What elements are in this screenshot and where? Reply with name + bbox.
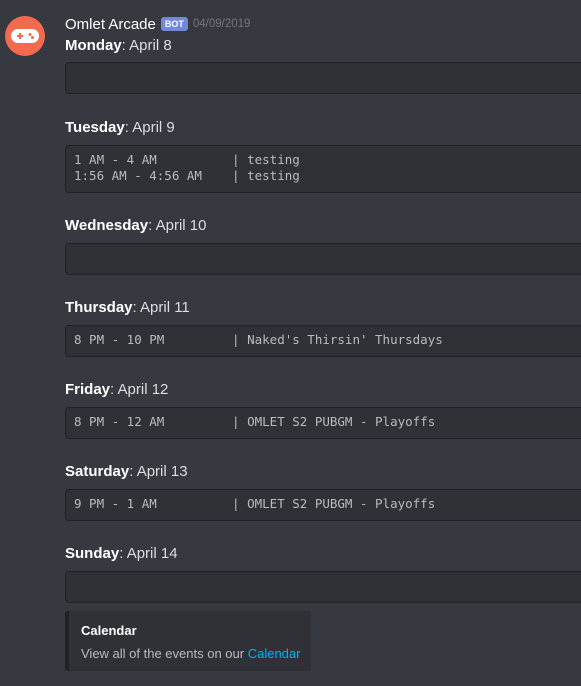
day-label-sunday: Sunday: April 14 xyxy=(65,545,178,562)
day-label-wednesday: Wednesday: April 10 xyxy=(65,217,206,234)
timestamp: 04/09/2019 xyxy=(192,18,251,30)
day-label-tuesday: Tuesday: April 9 xyxy=(65,119,175,136)
day-name: Wednesday xyxy=(65,217,149,234)
embed-title: Calendar xyxy=(81,623,137,638)
day-date: : April 14 xyxy=(119,545,178,562)
codeblock-thursday: 8 PM - 10 PM | Naked's Thirsin' Thursday… xyxy=(65,325,581,357)
codeblock-saturday: 9 PM - 1 AM | OMLET S2 PUBGM - Playoffs xyxy=(65,489,581,521)
day-date: : April 12 xyxy=(110,381,169,398)
calendar-link[interactable]: Calendar xyxy=(248,646,301,661)
embed-description-text: View all of the events on our xyxy=(81,646,248,661)
bot-tag: BOT xyxy=(160,17,188,31)
day-label-thursday: Thursday: April 11 xyxy=(65,299,190,316)
calendar-embed: Calendar View all of the events on our C… xyxy=(65,611,311,671)
day-name: Thursday xyxy=(65,299,133,316)
day-name: Sunday xyxy=(65,545,120,562)
day-label-friday: Friday: April 12 xyxy=(65,381,168,398)
chat-message: Omlet Arcade BOT 04/09/2019 Monday: Apri… xyxy=(0,0,581,686)
day-date: : April 9 xyxy=(124,119,175,136)
day-name: Friday xyxy=(65,381,111,398)
day-name: Saturday xyxy=(65,463,130,480)
gamepad-icon xyxy=(11,29,39,43)
author-name[interactable]: Omlet Arcade xyxy=(65,16,156,33)
day-date: : April 13 xyxy=(129,463,188,480)
codeblock-monday xyxy=(65,62,581,94)
codeblock-wednesday xyxy=(65,243,581,275)
day-date: : April 8 xyxy=(121,37,172,54)
avatar[interactable] xyxy=(5,16,45,56)
day-label-monday: Monday: April 8 xyxy=(65,37,172,54)
day-date: : April 11 xyxy=(132,299,190,316)
day-name: Tuesday xyxy=(65,119,125,136)
codeblock-tuesday: 1 AM - 4 AM | testing 1:56 AM - 4:56 AM … xyxy=(65,145,581,193)
embed-description: View all of the events on our Calendar xyxy=(81,646,301,661)
message-header: Omlet Arcade BOT 04/09/2019 xyxy=(65,14,250,34)
day-name: Monday xyxy=(65,37,122,54)
codeblock-friday: 8 PM - 12 AM | OMLET S2 PUBGM - Playoffs xyxy=(65,407,581,439)
day-label-saturday: Saturday: April 13 xyxy=(65,463,188,480)
codeblock-sunday xyxy=(65,571,581,603)
day-date: : April 10 xyxy=(148,217,207,234)
